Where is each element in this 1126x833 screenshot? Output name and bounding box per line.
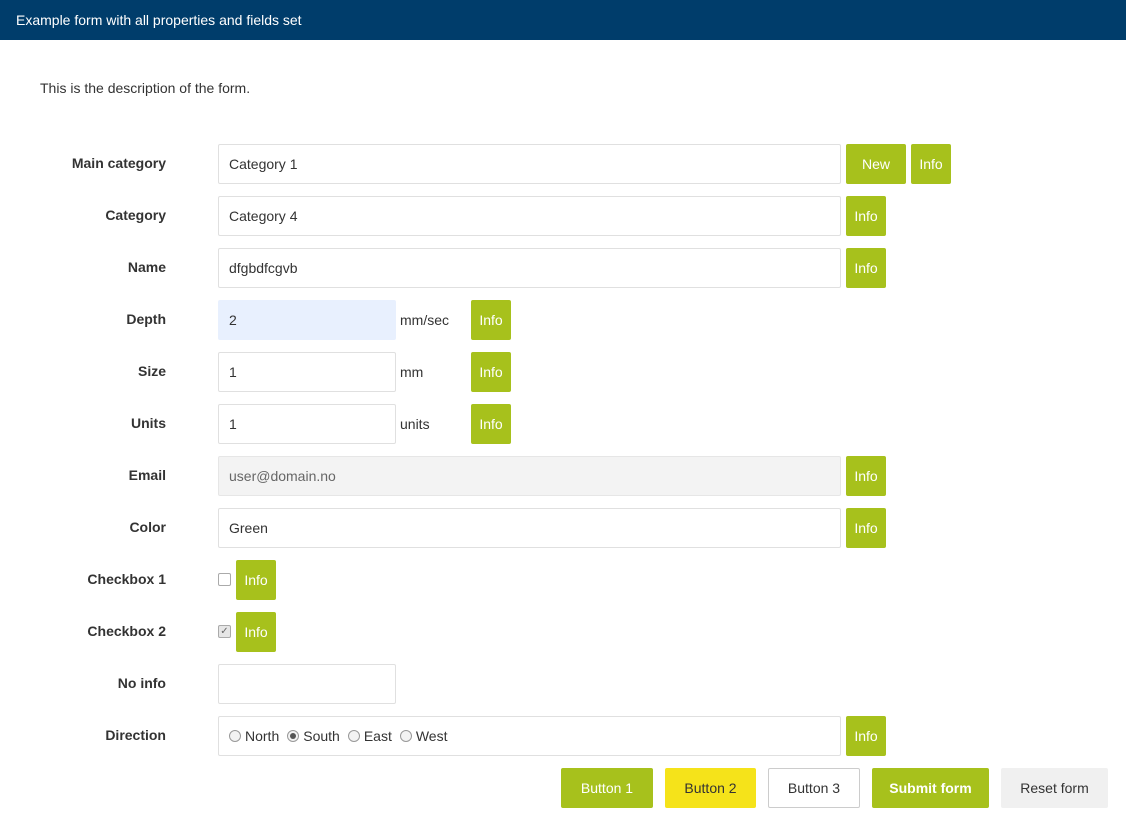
button-1[interactable]: Button 1 [561, 768, 653, 808]
units-input[interactable]: 1 [218, 404, 396, 444]
email-label: Email [128, 467, 166, 483]
checkbox-1[interactable] [218, 573, 231, 586]
size-label: Size [137, 363, 166, 379]
submit-form-button[interactable]: Submit form [872, 768, 989, 808]
direction-option-label: North [245, 728, 280, 744]
checkbox1-label: Checkbox 1 [87, 571, 166, 587]
radio-east[interactable] [347, 730, 360, 742]
category-value: Category 4 [229, 208, 298, 224]
radio-north[interactable] [229, 730, 241, 742]
name-info-button[interactable]: Info [846, 248, 886, 288]
size-info-button[interactable]: Info [471, 352, 511, 392]
direction-option-east[interactable]: East [347, 728, 392, 744]
color-info-button[interactable]: Info [846, 508, 886, 548]
name-label: Name [127, 259, 166, 275]
form-title-bar: Example form with all properties and fie… [0, 0, 1126, 40]
new-main-category-button[interactable]: New [846, 144, 906, 184]
form-description: This is the description of the form. [40, 80, 251, 96]
main-category-value: Category 1 [229, 156, 298, 172]
size-value: 1 [229, 364, 237, 380]
no-info-label: No info [117, 675, 166, 691]
email-field: user@domain.no [218, 456, 841, 496]
depth-input[interactable]: 2 [218, 300, 396, 340]
name-value: dfgbdfcgvb [229, 260, 298, 276]
units-label: Units [131, 415, 166, 431]
depth-info-button[interactable]: Info [471, 300, 511, 340]
direction-option-north[interactable]: North [229, 728, 279, 744]
direction-info-button[interactable]: Info [846, 716, 886, 756]
direction-option-south[interactable]: South [287, 728, 340, 744]
checkbox2-label: Checkbox 2 [87, 623, 166, 639]
button-2[interactable]: Button 2 [665, 768, 756, 808]
direction-option-label: West [415, 728, 448, 744]
depth-value: 2 [229, 312, 237, 328]
radio-west[interactable] [399, 730, 412, 742]
depth-label: Depth [126, 311, 166, 327]
units-info-button[interactable]: Info [471, 404, 511, 444]
checkbox2-info-button[interactable]: Info [236, 612, 276, 652]
name-input[interactable]: dfgbdfcgvb [218, 248, 841, 288]
size-input[interactable]: 1 [218, 352, 396, 392]
email-info-button[interactable]: Info [846, 456, 886, 496]
category-info-button[interactable]: Info [846, 196, 886, 236]
direction-option-west[interactable]: West [399, 728, 448, 744]
units-unit: units [400, 416, 430, 432]
color-value: Green [229, 520, 268, 536]
radio-south[interactable] [287, 730, 300, 742]
category-select[interactable]: Category 4 [218, 196, 841, 236]
direction-label: Direction [105, 727, 166, 743]
units-value: 1 [229, 416, 237, 432]
size-unit: mm [400, 364, 424, 380]
checkbox1-info-button[interactable]: Info [236, 560, 276, 600]
main-category-info-button[interactable]: Info [911, 144, 951, 184]
checkmark-icon: ✓ [220, 626, 229, 637]
main-category-select[interactable]: Category 1 [218, 144, 841, 184]
depth-unit: mm/sec [400, 312, 449, 328]
checkbox-2[interactable]: ✓ [218, 625, 231, 638]
no-info-input[interactable] [218, 664, 396, 704]
form-title: Example form with all properties and fie… [16, 12, 302, 28]
direction-radio-group: North South East West [218, 716, 841, 756]
direction-option-label: South [303, 728, 340, 744]
direction-option-label: East [363, 728, 392, 744]
category-label: Category [105, 207, 166, 223]
main-category-label: Main category [71, 155, 166, 171]
color-select[interactable]: Green [218, 508, 841, 548]
email-value: user@domain.no [229, 468, 336, 484]
color-label: Color [129, 519, 166, 535]
button-3[interactable]: Button 3 [768, 768, 860, 808]
reset-form-button[interactable]: Reset form [1001, 768, 1108, 808]
